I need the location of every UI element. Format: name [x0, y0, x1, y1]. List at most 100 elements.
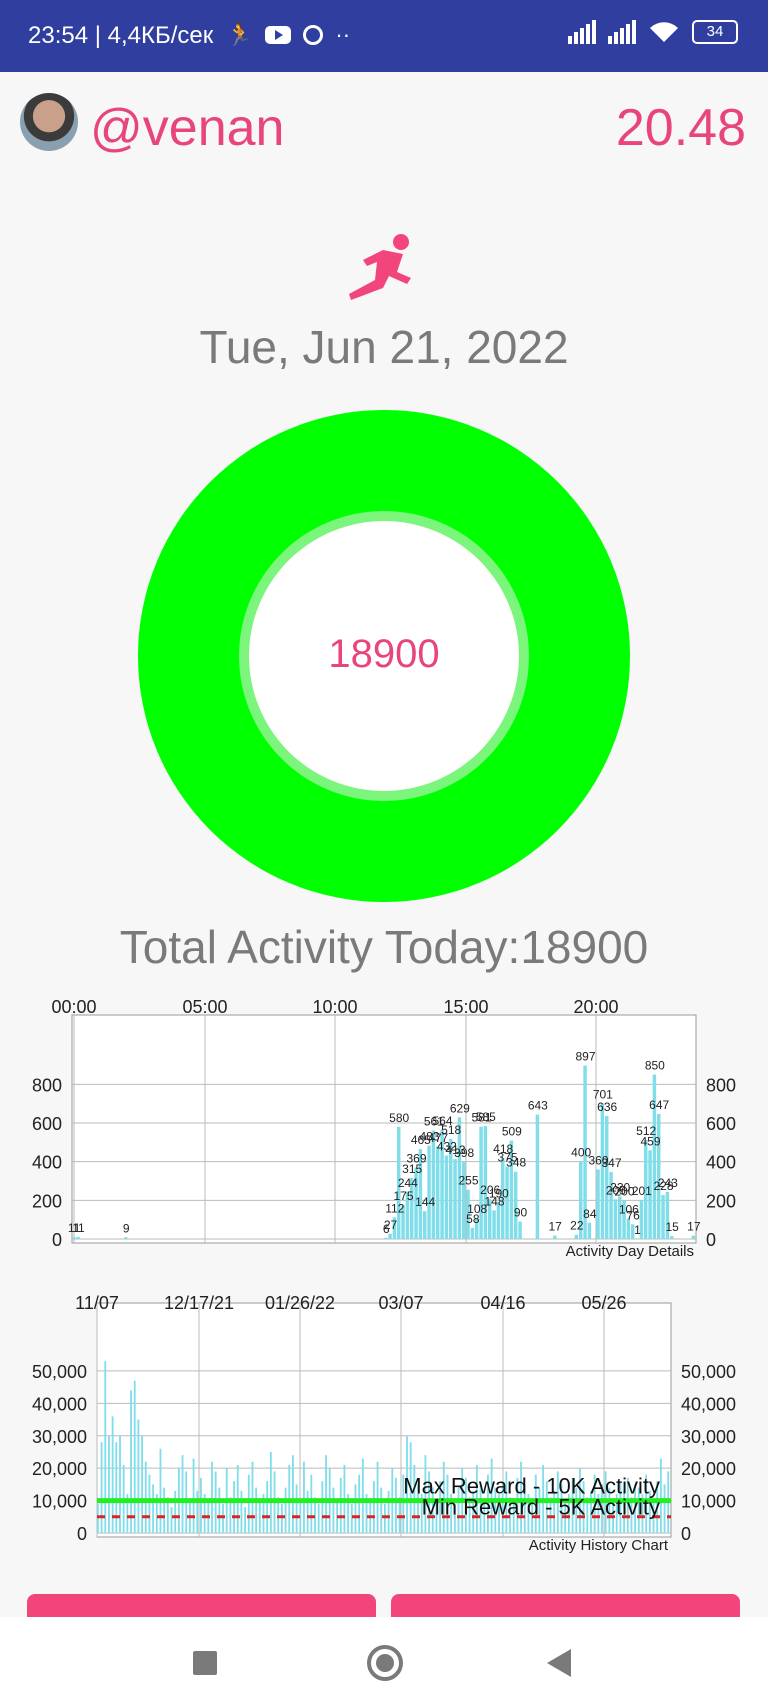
- status-bar: 23:54 | 4,4КБ/сек 🏃 ·· 34: [0, 0, 768, 72]
- bar: [292, 1455, 294, 1533]
- data-label: 897: [575, 1050, 595, 1064]
- signal-icon: [608, 20, 636, 44]
- bar: [431, 1130, 436, 1239]
- bar: [587, 1222, 592, 1239]
- data-label: 647: [649, 1098, 669, 1112]
- data-label: 243: [658, 1176, 678, 1190]
- x-tick-label: 04/16: [480, 1293, 525, 1313]
- chart-name-label: Activity Day Details: [566, 1243, 694, 1260]
- bar: [358, 1474, 361, 1533]
- bar: [222, 1503, 224, 1533]
- data-label: 369: [406, 1152, 426, 1166]
- data-label: 850: [645, 1059, 665, 1073]
- y-tick-label-left: 200: [32, 1191, 62, 1211]
- data-label: 585: [476, 1110, 496, 1124]
- bar: [596, 1169, 600, 1239]
- x-tick-label: 03/07: [378, 1293, 423, 1313]
- data-label: 112: [385, 1201, 404, 1215]
- bar: [453, 1159, 457, 1239]
- bar: [163, 1487, 166, 1533]
- bar: [218, 1487, 221, 1533]
- bar: [492, 1210, 496, 1239]
- bar: [119, 1435, 121, 1533]
- bar: [659, 1458, 662, 1533]
- x-tick-label: 12/17/21: [164, 1293, 234, 1313]
- y-tick-label-right: 800: [706, 1075, 736, 1095]
- signal-icon: [568, 20, 596, 44]
- y-tick-label-right: 0: [681, 1524, 691, 1544]
- bar: [137, 1419, 140, 1533]
- y-tick-label-left: 0: [52, 1230, 62, 1250]
- data-label: 22: [570, 1219, 584, 1233]
- bar: [574, 1234, 579, 1239]
- data-label: 17: [548, 1220, 562, 1234]
- bar: [170, 1507, 173, 1533]
- bar: [395, 1477, 397, 1533]
- data-label: 629: [450, 1101, 470, 1115]
- y-tick-label-right: 600: [706, 1114, 736, 1134]
- bar: [387, 1490, 390, 1533]
- bar: [72, 1236, 76, 1239]
- bar: [148, 1474, 151, 1533]
- back-triangle-icon[interactable]: [547, 1649, 571, 1677]
- bar: [284, 1487, 287, 1533]
- bar: [427, 1145, 431, 1239]
- bar: [100, 1442, 103, 1533]
- bar: [436, 1146, 440, 1239]
- x-tick-label: 15:00: [443, 997, 488, 1017]
- bar: [350, 1503, 353, 1533]
- bar: [266, 1481, 269, 1533]
- date-label: Tue, Jun 21, 2022: [199, 321, 569, 373]
- bar: [141, 1435, 143, 1533]
- wifi-icon: [650, 22, 678, 42]
- data-label: 9: [123, 1221, 130, 1235]
- y-tick-label-right: 30,000: [681, 1427, 736, 1447]
- bar: [535, 1114, 540, 1239]
- recents-square-icon[interactable]: [193, 1651, 217, 1675]
- data-label: 190: [489, 1186, 509, 1200]
- bar: [247, 1474, 250, 1533]
- bar: [174, 1490, 177, 1533]
- y-tick-label-right: 10,000: [681, 1492, 736, 1512]
- y-tick-label-left: 40,000: [32, 1394, 87, 1414]
- bar: [372, 1481, 375, 1533]
- youtube-icon: [265, 26, 292, 44]
- bar: [211, 1461, 213, 1533]
- bar: [269, 1451, 272, 1533]
- y-tick-label-right: 50,000: [681, 1362, 736, 1382]
- ring-value: 18900: [328, 632, 440, 676]
- y-tick-label-left: 30,000: [32, 1427, 87, 1447]
- x-tick-label: 05:00: [182, 997, 227, 1017]
- bar: [661, 1194, 665, 1239]
- bar: [306, 1490, 309, 1533]
- bar: [339, 1477, 342, 1533]
- bar: [303, 1461, 305, 1533]
- data-label: 90: [514, 1206, 528, 1220]
- bar: [444, 1155, 449, 1239]
- bar: [251, 1461, 254, 1533]
- bar: [613, 1199, 618, 1239]
- total-activity-label: Total Activity Today:18900: [119, 921, 649, 973]
- username: @venan: [90, 99, 285, 157]
- bar: [518, 1221, 522, 1239]
- data-label: 15: [665, 1220, 679, 1234]
- bar: [321, 1481, 324, 1533]
- bar: [115, 1442, 118, 1533]
- bar: [295, 1484, 298, 1533]
- data-label: 580: [389, 1111, 409, 1125]
- bar: [76, 1236, 80, 1239]
- activity-day-chart: 0 0 200 200 400 400 600 600 800 800 00:00 05:00 10:0…: [32, 997, 736, 1260]
- bar: [124, 1237, 128, 1239]
- bar: [663, 1484, 666, 1533]
- data-label: 643: [528, 1099, 548, 1113]
- y-tick-label-right: 400: [706, 1153, 736, 1173]
- bar: [192, 1458, 195, 1533]
- bar: [255, 1487, 258, 1533]
- avatar[interactable]: [20, 93, 78, 151]
- x-tick-label: 05/26: [581, 1293, 626, 1313]
- bar: [605, 1116, 609, 1239]
- bar: [361, 1458, 364, 1533]
- bar: [280, 1503, 283, 1533]
- home-circle-icon[interactable]: [367, 1645, 403, 1681]
- bar: [144, 1461, 147, 1533]
